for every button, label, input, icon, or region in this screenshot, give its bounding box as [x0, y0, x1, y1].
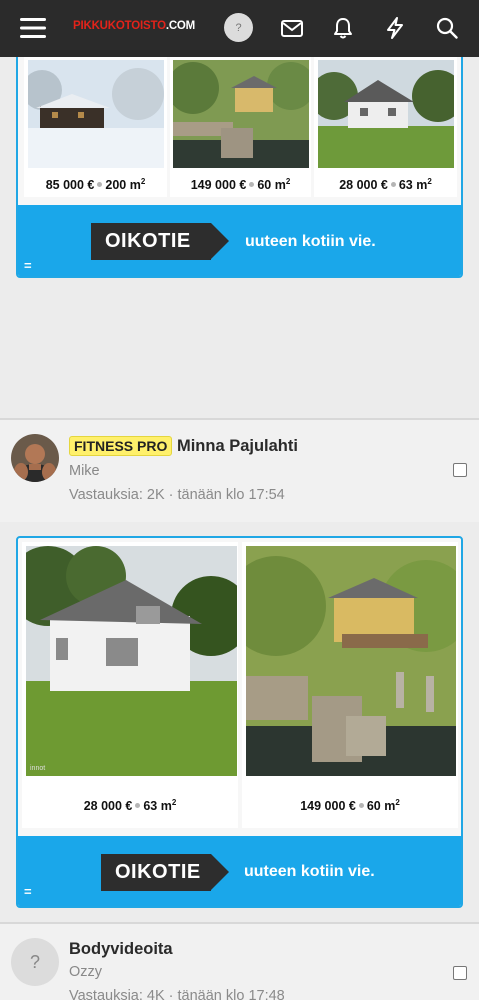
- last-post-time[interactable]: tänään klo 17:48: [178, 988, 285, 1000]
- reply-count: Vastauksia: 4K: [69, 988, 165, 1000]
- oikotie-logo: OIKOTIE: [101, 854, 229, 891]
- listing-price: 149 000 €60 m2: [190, 177, 291, 193]
- oikotie-ad-bottom[interactable]: innot 28 000 €63 m2 149 000 €60 m2 OIKOT…: [16, 536, 463, 908]
- thread-title-text[interactable]: Minna Pajulahti: [177, 437, 298, 455]
- thread-select-checkbox[interactable]: [453, 463, 467, 477]
- thread-row[interactable]: FITNESS PRO Minna Pajulahti Mike Vastauk…: [0, 418, 479, 522]
- help-icon[interactable]: ?: [224, 13, 253, 42]
- site-logo[interactable]: PIKKUKOTOISTO.COM: [73, 20, 195, 32]
- ad-menu-icon[interactable]: =: [24, 884, 32, 899]
- listing-card[interactable]: 149 000 €60 m2: [242, 542, 458, 828]
- oikotie-logo: OIKOTIE: [91, 223, 229, 260]
- logo-text-white: .COM: [165, 20, 196, 32]
- help-label: ?: [235, 21, 242, 34]
- listing-card[interactable]: innot 28 000 €63 m2: [22, 542, 238, 828]
- thread-author[interactable]: Mike: [69, 463, 100, 479]
- listing-card[interactable]: 28 000 €63 m2: [314, 42, 457, 197]
- oikotie-ad-top[interactable]: 85 000 €200 m2 149 000 €60 m2 28 000 €63…: [16, 40, 463, 278]
- listing-photo: [246, 546, 456, 776]
- listing-price: 28 000 €63 m2: [83, 798, 177, 814]
- listing-price: 28 000 €63 m2: [339, 177, 432, 193]
- listing-card[interactable]: 85 000 €200 m2: [24, 42, 167, 197]
- thread-meta: Vastauksia: 2K · tänään klo 17:54: [69, 487, 285, 503]
- bolt-icon[interactable]: [378, 11, 412, 45]
- ad-menu-icon[interactable]: =: [24, 258, 32, 273]
- bell-icon[interactable]: [326, 11, 360, 45]
- thread-select-checkbox[interactable]: [453, 966, 467, 980]
- oikotie-banner[interactable]: OIKOTIE uuteen kotiin vie. =: [18, 205, 461, 276]
- avatar[interactable]: [11, 434, 59, 482]
- thread-row[interactable]: ? Bodyvideoita Ozzy Vastauksia: 4K · tänää…: [0, 922, 479, 1000]
- thread-title[interactable]: FITNESS PRO Minna Pajulahti: [69, 436, 298, 456]
- thread-author[interactable]: Ozzy: [69, 964, 102, 980]
- thread-meta: Vastauksia: 4K · tänään klo 17:48: [69, 988, 285, 1000]
- listing-photo: innot: [26, 546, 237, 776]
- last-post-time[interactable]: tänään klo 17:54: [178, 487, 285, 503]
- thread-title[interactable]: Bodyvideoita: [69, 940, 173, 959]
- menu-icon[interactable]: [16, 11, 50, 45]
- listing-card[interactable]: 149 000 €60 m2: [170, 42, 311, 197]
- logo-text-red: PIKKUKOTOISTO: [73, 20, 166, 32]
- listing-photo: [318, 60, 454, 168]
- listing-price: 149 000 €60 m2: [300, 798, 400, 814]
- oikotie-slogan: uuteen kotiin vie.: [244, 863, 375, 880]
- oikotie-slogan: uuteen kotiin vie.: [245, 233, 376, 250]
- listing-price: 85 000 €200 m2: [45, 177, 146, 193]
- listing-photo: [173, 60, 309, 168]
- fitness-pro-badge: FITNESS PRO: [69, 436, 173, 456]
- oikotie-banner[interactable]: OIKOTIE uuteen kotiin vie. =: [18, 836, 461, 906]
- top-bar: PIKKUKOTOISTO.COM ?: [0, 0, 479, 57]
- avatar-placeholder[interactable]: ?: [11, 938, 59, 986]
- listing-photo: [28, 60, 164, 168]
- reply-count: Vastauksia: 2K: [69, 487, 165, 503]
- photo-watermark: innot: [30, 765, 45, 772]
- search-icon[interactable]: [430, 11, 464, 45]
- mail-icon[interactable]: [275, 11, 309, 45]
